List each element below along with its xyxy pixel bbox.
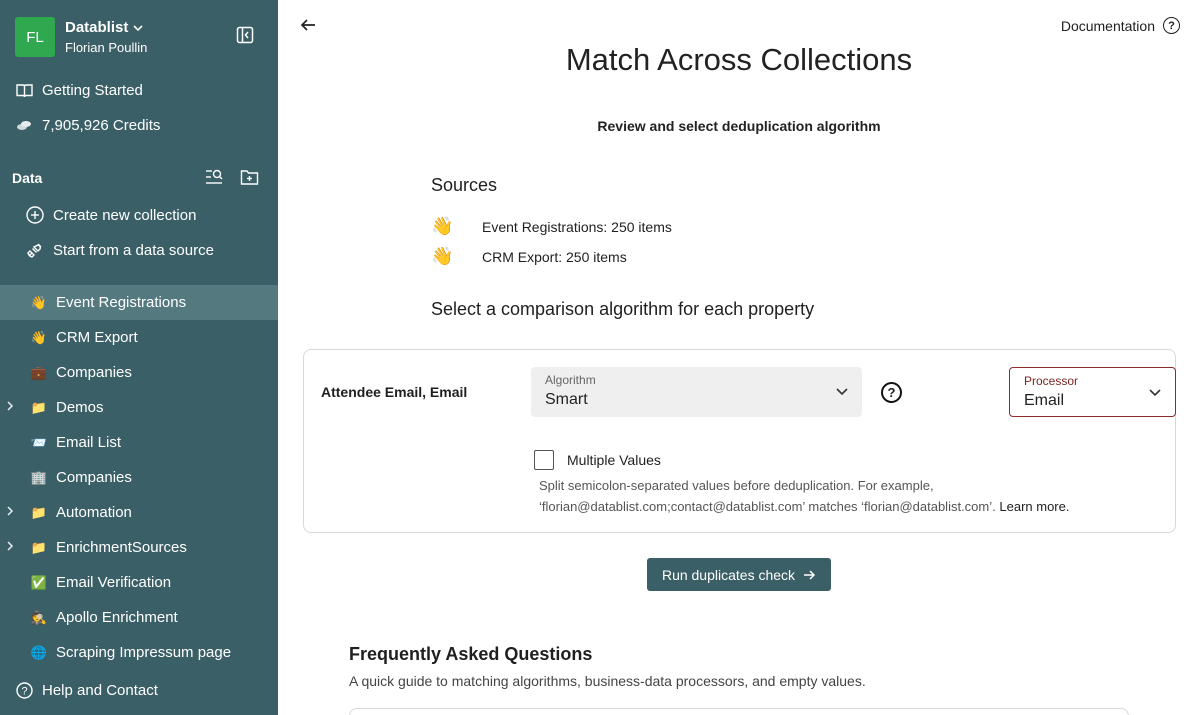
collection-icon: 💼 bbox=[30, 364, 48, 380]
plug-icon bbox=[26, 241, 44, 259]
collection-label: Companies bbox=[56, 364, 132, 381]
chevron-right-icon[interactable] bbox=[6, 505, 18, 519]
multiple-values-label: Multiple Values bbox=[567, 452, 661, 468]
faq-panel bbox=[349, 708, 1129, 715]
sidebar-item-getting-started[interactable]: Getting Started bbox=[15, 81, 143, 99]
source-item: 👋 Event Registrations: 250 items bbox=[431, 216, 672, 237]
help-label: Help and Contact bbox=[42, 681, 158, 699]
workspace-name: Datablist bbox=[65, 19, 129, 36]
property-name: Attendee Email, Email bbox=[321, 384, 468, 400]
algorithm-help-icon[interactable]: ? bbox=[881, 382, 902, 403]
help-icon: ? bbox=[15, 681, 33, 699]
collection-icon: ✅ bbox=[30, 574, 48, 590]
processor-select[interactable]: Processor Email bbox=[1009, 367, 1176, 417]
collection-label: Apollo Enrichment bbox=[56, 609, 178, 626]
collection-icon: 👋 bbox=[30, 329, 48, 345]
sidebar-item-help[interactable]: ? Help and Contact bbox=[15, 681, 158, 699]
faq-heading: Frequently Asked Questions bbox=[349, 644, 593, 664]
workspace-user: Florian Poullin bbox=[65, 40, 148, 55]
back-arrow-icon[interactable] bbox=[300, 16, 316, 39]
multiple-values-checkbox[interactable] bbox=[534, 450, 554, 470]
sidebar-collapse-icon[interactable] bbox=[236, 26, 254, 44]
documentation-link[interactable]: Documentation ? bbox=[1061, 17, 1180, 34]
chevron-down-icon bbox=[133, 24, 143, 31]
chevron-right-icon[interactable] bbox=[6, 540, 18, 554]
collection-label: Automation bbox=[56, 504, 132, 521]
property-card: Attendee Email, Email Algorithm Smart ? … bbox=[303, 349, 1176, 533]
chevron-down-icon bbox=[1149, 389, 1161, 397]
source-item: 👋 CRM Export: 250 items bbox=[431, 246, 627, 267]
faq-subtitle: A quick guide to matching algorithms, bu… bbox=[349, 673, 866, 689]
start-from-source-button[interactable]: Start from a data source bbox=[26, 241, 214, 259]
sidebar-collection-item[interactable]: 📁 EnrichmentSources bbox=[0, 530, 278, 565]
avatar: FL bbox=[15, 17, 55, 57]
sidebar-collection-item[interactable]: 🕵️ Apollo Enrichment bbox=[0, 600, 278, 635]
sidebar-collection-item[interactable]: 👋 Event Registrations bbox=[0, 285, 278, 320]
algorithm-select-value: Smart bbox=[545, 391, 588, 408]
collection-icon: 📨 bbox=[30, 434, 48, 450]
svg-text:?: ? bbox=[21, 685, 27, 697]
sidebar-collection-item[interactable]: 🏢 Companies bbox=[0, 460, 278, 495]
create-collection-button[interactable]: Create new collection bbox=[26, 206, 196, 224]
collection-icon: 👋 bbox=[30, 294, 48, 310]
collection-icon: 📁 bbox=[30, 504, 48, 520]
plus-circle-icon bbox=[26, 206, 44, 224]
documentation-label: Documentation bbox=[1060, 17, 1155, 34]
coins-icon bbox=[15, 116, 33, 134]
multiple-values-hint: Split semicolon-separated values before … bbox=[539, 475, 1159, 517]
page-subtitle: Review and select deduplication algorith… bbox=[597, 118, 881, 134]
main-content: Documentation ? Match Across Collections… bbox=[278, 0, 1200, 715]
collection-label: CRM Export bbox=[56, 329, 138, 346]
wave-icon: 👋 bbox=[431, 246, 454, 266]
data-section-title: Data bbox=[12, 170, 43, 186]
comparison-heading: Select a comparison algorithm for each p… bbox=[431, 299, 815, 319]
credits-label: 7,905,926 Credits bbox=[42, 116, 161, 134]
source-label: CRM Export: 250 items bbox=[482, 248, 627, 265]
chevron-down-icon bbox=[836, 388, 848, 396]
run-button-label: Run duplicates check bbox=[661, 566, 796, 583]
getting-started-label: Getting Started bbox=[42, 81, 143, 99]
wave-icon: 👋 bbox=[431, 216, 454, 236]
collection-label: Event Registrations bbox=[56, 294, 187, 311]
collection-label: Email Verification bbox=[56, 574, 172, 591]
new-folder-icon[interactable] bbox=[240, 168, 259, 186]
hint-text: Split semicolon-separated values before … bbox=[539, 478, 996, 514]
collection-icon: 📁 bbox=[30, 399, 48, 415]
source-label: Event Registrations: 250 items bbox=[482, 218, 672, 235]
sidebar-collection-item[interactable]: 💼 Companies bbox=[0, 355, 278, 390]
sidebar-collection-item[interactable]: 📨 Email List bbox=[0, 425, 278, 460]
book-icon bbox=[15, 81, 33, 99]
sidebar: FL Datablist Florian Poullin Getting Sta… bbox=[0, 0, 278, 715]
sidebar-collection-item[interactable]: 📁 Automation bbox=[0, 495, 278, 530]
sidebar-collection-item[interactable]: 📁 Demos bbox=[0, 390, 278, 425]
collection-label: Scraping Impressum page bbox=[56, 644, 232, 661]
sidebar-collection-item[interactable]: 🌐 Scraping Impressum page bbox=[0, 635, 278, 670]
collection-label: Demos bbox=[56, 399, 104, 416]
algorithm-select-label: Algorithm bbox=[545, 373, 596, 387]
question-icon: ? bbox=[1163, 17, 1180, 34]
chevron-right-icon[interactable] bbox=[6, 400, 18, 414]
sidebar-collection-item[interactable]: 👋 CRM Export bbox=[0, 320, 278, 355]
workspace-switcher[interactable]: FL Datablist Florian Poullin bbox=[15, 17, 147, 57]
collection-label: EnrichmentSources bbox=[56, 539, 187, 556]
collection-label: Email List bbox=[56, 434, 122, 451]
sources-heading: Sources bbox=[431, 175, 498, 195]
collection-icon: 🌐 bbox=[30, 644, 48, 660]
sidebar-item-credits[interactable]: 7,905,926 Credits bbox=[15, 116, 160, 134]
algorithm-select[interactable]: Algorithm Smart bbox=[531, 367, 862, 417]
arrow-right-icon bbox=[804, 569, 816, 580]
start-from-source-label: Start from a data source bbox=[53, 241, 214, 259]
sidebar-collection-item[interactable]: ✅ Email Verification bbox=[0, 565, 278, 600]
run-duplicates-check-button[interactable]: Run duplicates check bbox=[647, 558, 831, 591]
collection-icon: 🏢 bbox=[30, 469, 48, 485]
search-collections-icon[interactable] bbox=[205, 168, 224, 186]
collection-label: Companies bbox=[56, 469, 132, 486]
learn-more-link[interactable]: Learn more. bbox=[999, 499, 1069, 514]
collection-icon: 📁 bbox=[30, 539, 48, 555]
create-collection-label: Create new collection bbox=[53, 206, 197, 224]
collection-icon: 🕵️ bbox=[30, 609, 48, 625]
page-title: Match Across Collections bbox=[565, 42, 913, 77]
